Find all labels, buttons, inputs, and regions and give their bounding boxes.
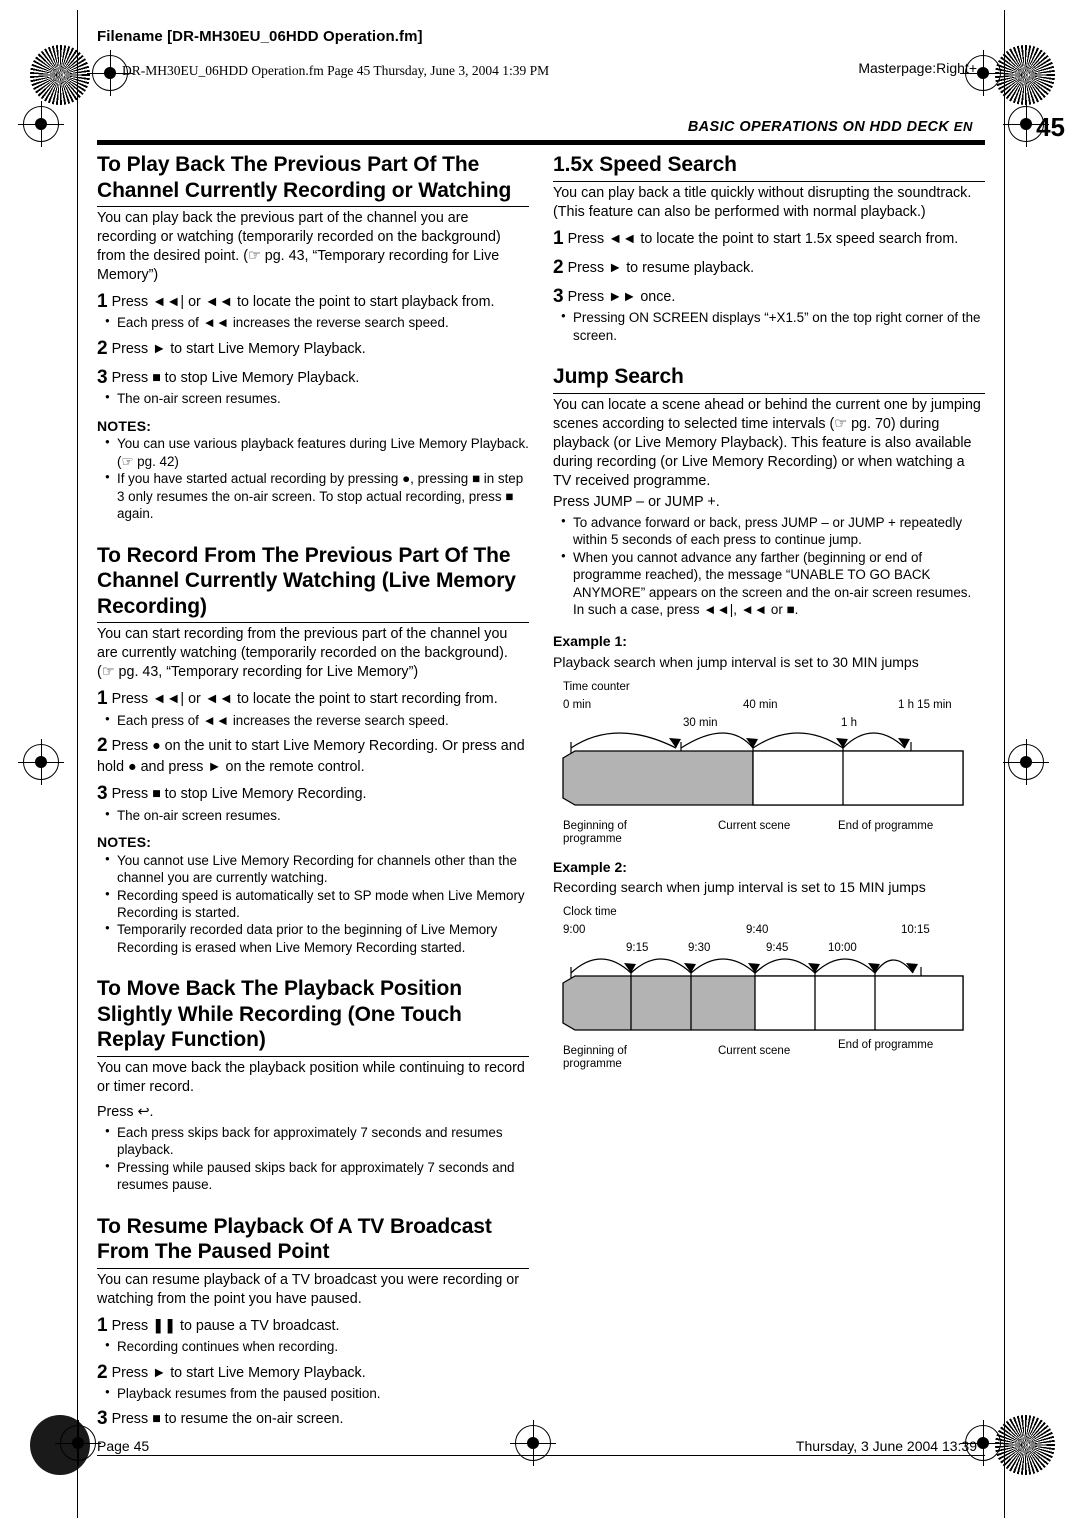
section4-step2-text: Press ► to start Live Memory Playback. — [111, 1364, 366, 1381]
example1-label: Example 1: — [553, 633, 627, 650]
section1-note-2: If you have started actual recording by … — [105, 470, 529, 522]
footer-left: Page 45 — [97, 1438, 150, 1454]
section3-bullet-1: Each press skips back for approximately … — [105, 1124, 529, 1159]
masterpage-label: Masterpage:Right+ — [858, 60, 977, 76]
section1-step2: 2 Press ► to start Live Memory Playback. — [97, 337, 366, 359]
section1-step1-bullet: Each press of ◄◄ increases the reverse s… — [105, 314, 529, 331]
example2-note-mid: Current scene — [718, 1044, 791, 1057]
section1-notes-label: NOTES: — [97, 417, 152, 434]
example1-axis-title: Time counter — [563, 680, 630, 693]
jump-search-bullet-1: To advance forward or back, press JUMP –… — [561, 514, 985, 549]
running-head-en: EN — [953, 119, 973, 134]
section2-step3: 3 Press ■ to stop Live Memory Recording. — [97, 783, 367, 805]
example1-caption: Playback search when jump interval is se… — [553, 654, 919, 670]
jump-search-body: You can locate a scene ahead or behind t… — [553, 396, 981, 489]
footer-rule — [97, 1455, 985, 1456]
section2-note-1: You cannot use Live Memory Recording for… — [105, 852, 529, 887]
section4-step3: 3 Press ■ to resume the on-air screen. — [97, 1408, 344, 1430]
print-starburst-top-left — [30, 45, 90, 105]
left-column: To Play Back The Previous Part Of The Ch… — [97, 152, 529, 1432]
example1-arcs — [562, 731, 964, 806]
speed-search-body: You can play back a title quickly withou… — [553, 184, 972, 220]
jump-search-bullet-2: When you cannot advance any farther (beg… — [561, 549, 985, 619]
section2-note-3: Temporarily recorded data prior to the b… — [105, 921, 529, 956]
example2-axis-title: Clock time — [563, 905, 617, 918]
section3-bullet-2: Pressing while paused skips back for app… — [105, 1159, 529, 1194]
section4-step1-bullet: Recording continues when recording. — [105, 1338, 529, 1355]
registration-mark-left-top — [18, 101, 64, 147]
registration-mark-right-mid — [1003, 739, 1049, 785]
example2-label: Example 2: — [553, 858, 627, 875]
fm-path-line: DR-MH30EU_06HDD Operation.fm Page 45 Thu… — [122, 63, 550, 78]
speed-search-step1-text: Press ◄◄ to locate the point to start 1.… — [567, 230, 959, 247]
section1-step1: 1 Press ◄◄| or ◄◄ to locate the point to… — [97, 291, 495, 313]
section2-note-2: Recording speed is automatically set to … — [105, 887, 529, 922]
registration-mark-left-mid — [18, 739, 64, 785]
speed-search-bullet-1: Pressing ON SCREEN displays “+X1.5” on t… — [561, 309, 985, 344]
section1-step3-text: Press ■ to stop Live Memory Playback. — [111, 370, 360, 387]
footer-right: Thursday, 3 June 2004 13:39 — [795, 1438, 977, 1454]
section3-press: Press ↩. — [97, 1104, 154, 1121]
section2-step3-text: Press ■ to stop Live Memory Recording. — [111, 786, 367, 803]
example1-note-right: End of programme — [838, 819, 934, 832]
example2-note-left: Beginning of programme — [563, 1044, 627, 1071]
section2-step1-bullet: Each press of ◄◄ increases the reverse s… — [105, 712, 529, 729]
running-head: BASIC OPERATIONS ON HDD DECK EN — [688, 119, 973, 135]
header-rule — [97, 140, 985, 145]
example1-note-left: Beginning of programme — [563, 819, 627, 845]
section2-body: You can start recording from the previou… — [97, 626, 508, 681]
section2-step3-bullet: The on-air screen resumes. — [105, 807, 529, 824]
example2-diagram: Clock time 9:00 9:40 10:15 9:15 9:30 9:4… — [553, 905, 985, 1070]
crop-line-left — [77, 10, 78, 1518]
speed-search-step3: 3 Press ►► once. — [553, 286, 676, 308]
section4-step3-text: Press ■ to resume the on-air screen. — [111, 1411, 344, 1428]
speed-search-step1: 1 Press ◄◄ to locate the point to start … — [553, 227, 959, 249]
section-title-record-previous: To Record From The Previous Part Of The … — [97, 543, 529, 624]
section2-step2: 2 Press ● on the unit to start Live Memo… — [97, 735, 525, 776]
section1-step3-bullet: The on-air screen resumes. — [105, 390, 529, 407]
jump-search-press: Press JUMP – or JUMP +. — [553, 493, 720, 510]
section2-step1: 1 Press ◄◄| or ◄◄ to locate the point to… — [97, 688, 498, 710]
section1-step2-text: Press ► to start Live Memory Playback. — [111, 340, 366, 357]
section2-notes-label: NOTES: — [97, 834, 152, 851]
section-title-jump-search: Jump Search — [553, 364, 985, 394]
filename-label: Filename [DR-MH30EU_06HDD Operation.fm] — [97, 28, 423, 45]
section2-step2-text: Press ● on the unit to start Live Memory… — [97, 738, 525, 776]
section4-step1-text: Press ❚❚ to pause a TV broadcast. — [111, 1317, 340, 1334]
example2-caption: Recording search when jump interval is s… — [553, 879, 926, 896]
example1-diagram: Time counter 0 min 40 min 1 h 15 min 30 … — [553, 680, 985, 845]
section1-step3: 3 Press ■ to stop Live Memory Playback. — [97, 367, 360, 389]
section1-note-1: You can use various playback features du… — [105, 435, 529, 470]
example1-note-mid: Current scene — [718, 819, 791, 832]
section4-step2-bullet: Playback resumes from the paused positio… — [105, 1385, 529, 1402]
section4-step1: 1 Press ❚❚ to pause a TV broadcast. — [97, 1314, 340, 1336]
section-title-one-touch-replay: To Move Back The Playback Position Sligh… — [97, 976, 529, 1058]
section2-step1-text: Press ◄◄| or ◄◄ to locate the point to s… — [111, 691, 498, 708]
right-column: 1.5x Speed Search You can play back a ti… — [553, 152, 985, 1070]
running-head-text: BASIC OPERATIONS ON HDD DECK — [687, 119, 950, 135]
registration-mark-left-bottom — [55, 1420, 101, 1466]
section-title-speed-search: 1.5x Speed Search — [553, 152, 985, 182]
section-title-resume-playback: To Resume Playback Of A TV Broadcast Fro… — [97, 1214, 529, 1269]
section-title-play-back-previous: To Play Back The Previous Part Of The Ch… — [97, 152, 529, 208]
page: Filename [DR-MH30EU_06HDD Operation.fm] … — [0, 0, 1080, 1528]
section3-body: You can move back the playback position … — [97, 1060, 525, 1096]
example2-note-right: End of programme — [838, 1038, 934, 1051]
section4-step2: 2 Press ► to start Live Memory Playback. — [97, 1361, 366, 1383]
example2-arcs — [562, 958, 964, 1031]
page-number: 45 — [1036, 112, 1065, 142]
section1-body: You can play back the previous part of t… — [97, 210, 501, 284]
speed-search-step2-text: Press ► to resume playback. — [567, 259, 755, 276]
speed-search-step3-text: Press ►► once. — [567, 289, 676, 306]
section4-body: You can resume playback of a TV broadcas… — [97, 1271, 519, 1307]
crop-line-right — [1004, 10, 1005, 1518]
section1-step1-text: Press ◄◄| or ◄◄ to locate the point to s… — [111, 294, 495, 311]
speed-search-step2: 2 Press ► to resume playback. — [553, 256, 755, 278]
